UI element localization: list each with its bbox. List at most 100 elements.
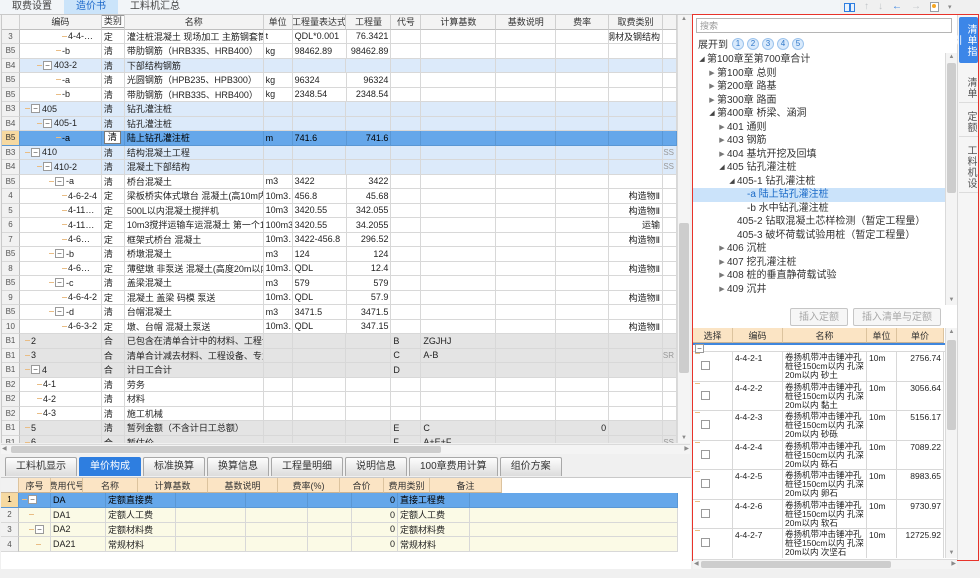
tree-item[interactable]: ▶第300章 路面	[693, 94, 945, 108]
table-row[interactable]: B5-b清带肋钢筋（HRB335、HRB400）kg98462.8998462.…	[2, 44, 677, 59]
tree-item[interactable]: ◢第400章 桥梁、涵洞	[693, 107, 945, 121]
move-down-icon[interactable]: ↓	[878, 1, 883, 13]
collapse-icon[interactable]: −	[55, 278, 64, 287]
collapse-icon[interactable]: −	[31, 365, 40, 374]
table-row[interactable]: B24-2清材料	[2, 392, 677, 407]
quota-row[interactable]: 4-4-2-3卷扬机带冲击锤冲孔 桩径150cm以内 孔深 20m以内 砂砾10…	[693, 411, 945, 441]
tree-item[interactable]: ▶403 钢筋	[693, 134, 945, 148]
table-row[interactable]: B5−-d清台帽混凝土m33471.53471.5	[2, 305, 677, 320]
select-checkbox[interactable]	[701, 450, 710, 459]
collapsed-icon[interactable]: ▶	[717, 134, 727, 148]
side-tab-3[interactable]: 定额	[959, 107, 978, 137]
scroll-down-icon[interactable]: ▼	[946, 296, 957, 305]
collapsed-icon[interactable]: ▶	[707, 80, 717, 94]
panel-toggle-icon[interactable]	[844, 3, 855, 12]
select-checkbox[interactable]	[701, 479, 710, 488]
tree-item[interactable]: ◢405-1 钻孔灌注桩	[693, 175, 945, 189]
expanded-icon[interactable]: ◢	[697, 53, 707, 67]
side-tab-2[interactable]: 清单	[959, 73, 978, 103]
tree-item[interactable]: ▶401 通则	[693, 121, 945, 135]
tree-item[interactable]: ▶404 基坑开挖及回填	[693, 148, 945, 162]
tree-item[interactable]: ▶406 沉桩	[693, 242, 945, 256]
scroll-left-icon[interactable]: ◀	[694, 560, 699, 568]
side-tab-1[interactable]: 清单指引	[959, 17, 978, 63]
collapse-icon[interactable]: −	[28, 495, 37, 504]
collapsed-icon[interactable]: ▶	[717, 121, 727, 135]
table-row[interactable]: B4−405-1清钻孔灌注桩	[2, 117, 677, 132]
side-tab-4[interactable]: 工料机设	[959, 141, 978, 193]
scroll-left-icon[interactable]: ◀	[2, 445, 7, 453]
collapsed-icon[interactable]: ▶	[717, 256, 727, 270]
quota-row[interactable]: 4-4-2-6卷扬机带冲击锤冲孔 桩径150cm以内 孔深 20m以内 软石10…	[693, 500, 945, 530]
scroll-down-icon[interactable]: ▼	[678, 434, 690, 443]
tree-vscrollbar[interactable]: ▲ ▼	[945, 53, 957, 305]
table-row[interactable]: B5-a清陆上钻孔灌注桩m741.6741.6	[2, 131, 677, 146]
quota-row[interactable]: 4-4-2-2卷扬机带冲击锤冲孔 桩径150cm以内 孔深 20m以内 黏土10…	[693, 382, 945, 412]
table-row[interactable]: 64-11…定10m3搅拌运输车运混凝土 第一个1km100m33420.553…	[2, 218, 677, 233]
expanded-icon[interactable]: ◢	[707, 107, 717, 121]
collapsed-icon[interactable]: ▶	[717, 148, 727, 162]
tree-item[interactable]: ▶407 挖孔灌注桩	[693, 256, 945, 270]
collapsed-icon[interactable]: ▶	[717, 242, 727, 256]
top-tab-2[interactable]: 造价书	[64, 0, 118, 14]
bottom-tab-1[interactable]: 工料机显示	[5, 457, 77, 476]
table-row[interactable]: B3−410清结构混凝土工程SS	[2, 146, 677, 161]
table-row[interactable]: 84-6…定薄壁墩 非泵送 混凝土(高度20m以内)10m3…QDL12.4构造…	[2, 262, 677, 277]
bottom-tab-3[interactable]: 标准换算	[143, 457, 205, 476]
main-table-hscrollbar[interactable]: ◀ ▶	[1, 444, 690, 454]
tree-item[interactable]: 405-3 破坏荷载试验用桩（暂定工程量）	[693, 229, 945, 243]
scroll-right-icon[interactable]: ▶	[684, 445, 689, 453]
select-checkbox[interactable]	[701, 361, 710, 370]
table-row[interactable]: 104-6-3-2定墩、台帽 混凝土泵送10m3…QDL347.15构造物Ⅱ	[2, 320, 677, 335]
search-input[interactable]	[696, 18, 952, 33]
collapse-icon[interactable]: −	[43, 61, 52, 70]
table-row[interactable]: B5-a清光圆钢筋（HPB235、HPB300）kg9632496324	[2, 73, 677, 88]
move-up-icon[interactable]: ↑	[864, 1, 869, 13]
top-tab-1[interactable]: 取费设置	[0, 0, 64, 14]
insert-quota-button[interactable]: 插入定额	[790, 308, 848, 326]
tree-item[interactable]: -a 陆上钻孔灌注桩	[693, 188, 945, 202]
quota-row[interactable]: 4-4-2-1卷扬机带冲击锤冲孔 桩径150cm以内 孔深 20m以内 砂土10…	[693, 352, 945, 382]
fee-table-row[interactable]: 4DA21常规材料0常规材料	[1, 537, 691, 552]
expand-level-1[interactable]: 1	[732, 38, 744, 50]
scroll-right-icon[interactable]: ▶	[951, 560, 956, 568]
scroll-up-icon[interactable]: ▲	[678, 15, 690, 24]
forward-icon[interactable]: →	[911, 1, 921, 13]
quota-row[interactable]: 4-4-2-4卷扬机带冲击锤冲孔 桩径150cm以内 孔深 20m以内 砾石10…	[693, 441, 945, 471]
main-table-vscrollbar[interactable]: ▲ ▼	[677, 15, 690, 443]
bottom-tab-2[interactable]: 单价构成	[79, 457, 141, 476]
bottom-tab-4[interactable]: 换算信息	[207, 457, 269, 476]
table-row[interactable]: B1−4合计日工合计D	[2, 363, 677, 378]
collapse-icon[interactable]: −	[31, 104, 40, 113]
table-row[interactable]: B4−410-2清混凝土下部结构SS	[2, 160, 677, 175]
collapsed-icon[interactable]: ▶	[707, 94, 717, 108]
paste-menu-icon[interactable]	[930, 2, 939, 12]
scroll-up-icon[interactable]: ▲	[946, 53, 957, 62]
table-row[interactable]: B5−-a清桥台混凝土m334223422	[2, 175, 677, 190]
quota-row[interactable]: 4-4-2-5卷扬机带冲击锤冲孔 桩径150cm以内 孔深 20m以内 卵石10…	[693, 470, 945, 500]
expanded-icon[interactable]: ◢	[717, 161, 727, 175]
table-row[interactable]: 74-6…定框架式桥台 混凝土10m3…3422-456.8296.52构造物Ⅱ	[2, 233, 677, 248]
fee-table-row[interactable]: 1−DA定额直接费0直接工程费	[1, 493, 691, 508]
fee-table-row[interactable]: 2DA1定额人工费0定额人工费	[1, 508, 691, 523]
top-tab-3[interactable]: 工料机汇总	[118, 0, 192, 14]
bottom-tab-5[interactable]: 工程量明细	[271, 457, 343, 476]
table-row[interactable]: B5−-c清盖梁混凝土m3579579	[2, 276, 677, 291]
tree-item[interactable]: -b 水中钻孔灌注桩	[693, 202, 945, 216]
select-checkbox[interactable]	[701, 391, 710, 400]
paste-menu-caret-icon[interactable]: ▾	[948, 3, 952, 11]
collapse-icon[interactable]: −	[43, 162, 52, 171]
quota-table-hscrollbar[interactable]: ◀ ▶	[693, 559, 957, 569]
scroll-down-icon[interactable]: ▼	[946, 549, 957, 558]
collapse-icon[interactable]: −	[43, 119, 52, 128]
collapse-icon[interactable]: −	[55, 249, 64, 258]
table-row[interactable]: B5−-b清桥墩混凝土m3124124	[2, 247, 677, 262]
collapse-icon[interactable]: −	[31, 148, 40, 157]
table-row[interactable]: 34-4-…定灌注桩混凝土 现场加工 主筋钢套筒连接tQDL*0.00176.3…	[2, 30, 677, 45]
table-row[interactable]: B16合暂估价FA+E+FSS	[2, 436, 677, 444]
table-row[interactable]: B5-b清带肋钢筋（HRB335、HRB400）kg2348.542348.54	[2, 88, 677, 103]
tree-item[interactable]: ◢第100章至第700章合计	[693, 53, 945, 67]
expand-level-4[interactable]: 4	[777, 38, 789, 50]
collapse-icon[interactable]: −	[55, 177, 64, 186]
bottom-tab-6[interactable]: 说明信息	[345, 457, 407, 476]
